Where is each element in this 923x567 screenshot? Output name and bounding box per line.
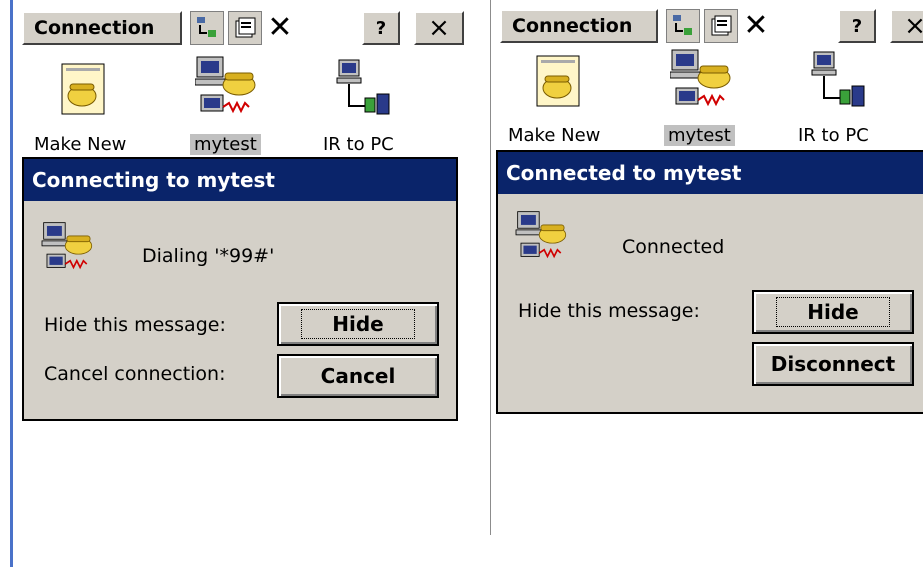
hide-button[interactable]: Hide [277, 302, 439, 346]
connection-menu-label: Connection [34, 17, 155, 39]
command-bar: Connection ✕ ? × [0, 0, 472, 50]
dialup-status-icon [514, 210, 576, 272]
connect-icon[interactable] [666, 9, 700, 43]
right-screen: Connection ✕ ? × Make New mytest IR to P… [490, 0, 923, 535]
status-text: Connected [622, 236, 725, 258]
properties-sheet-icon [235, 17, 256, 38]
hide-button[interactable]: Hide [752, 290, 914, 334]
ir-to-pc-connection-icon[interactable] [810, 50, 866, 114]
status-text: Dialing '*99#' [142, 245, 275, 267]
network-connect-icon [673, 15, 692, 35]
make-new-icon[interactable] [60, 62, 106, 122]
connected-dialog: Connected to mytest Connected Hide this … [496, 150, 923, 414]
network-connect-icon [197, 17, 216, 37]
ir-to-pc-label: IR to PC [323, 134, 394, 155]
cancel-button[interactable]: Cancel [277, 354, 439, 398]
hide-button-label: Hide [301, 309, 415, 339]
dialog-title: Connecting to mytest [24, 159, 456, 201]
help-button[interactable]: ? [362, 11, 400, 45]
connect-icon[interactable] [190, 11, 224, 45]
close-button[interactable]: × [890, 9, 923, 43]
close-icon: × [428, 13, 450, 43]
cancel-button-label: Cancel [320, 364, 396, 388]
help-label: ? [375, 17, 387, 39]
command-bar: Connection ✕ ? × [490, 0, 923, 50]
hide-prompt: Hide this message: [518, 300, 700, 322]
right-edge-line [490, 0, 491, 535]
help-label: ? [851, 15, 863, 37]
mytest-connection-icon[interactable] [669, 48, 740, 122]
connection-menu-button[interactable]: Connection [22, 11, 182, 45]
left-screen: Connection ✕ ? × Make New mytest IR to P… [0, 0, 472, 567]
connection-menu-button[interactable]: Connection [500, 9, 658, 43]
hide-button-label: Hide [776, 297, 890, 327]
hide-prompt: Hide this message: [44, 314, 226, 336]
mytest-connection-icon[interactable] [194, 55, 265, 129]
help-button[interactable]: ? [838, 9, 876, 43]
properties-sheet-icon [711, 15, 732, 36]
ir-to-pc-label: IR to PC [798, 125, 869, 146]
make-new-label: Make New [508, 125, 601, 146]
disconnect-button[interactable]: Disconnect [752, 342, 914, 386]
delete-icon[interactable]: ✕ [264, 11, 296, 45]
cancel-prompt: Cancel connection: [44, 363, 226, 385]
dialog-title: Connected to mytest [498, 152, 923, 194]
properties-icon[interactable] [228, 11, 262, 45]
close-icon: × [904, 11, 923, 41]
disconnect-button-label: Disconnect [770, 352, 896, 376]
make-new-label: Make New [34, 134, 127, 155]
left-edge-line [10, 0, 13, 567]
properties-icon[interactable] [704, 9, 738, 43]
dialup-status-icon [40, 221, 102, 283]
close-button[interactable]: × [414, 11, 464, 45]
delete-icon[interactable]: ✕ [740, 9, 772, 43]
connecting-dialog: Connecting to mytest Dialing '*99#' Hide… [22, 157, 458, 421]
mytest-label: mytest [664, 125, 735, 146]
ir-to-pc-connection-icon[interactable] [335, 58, 391, 122]
make-new-icon[interactable] [535, 54, 581, 114]
mytest-label: mytest [190, 134, 261, 155]
connection-menu-label: Connection [512, 15, 633, 37]
